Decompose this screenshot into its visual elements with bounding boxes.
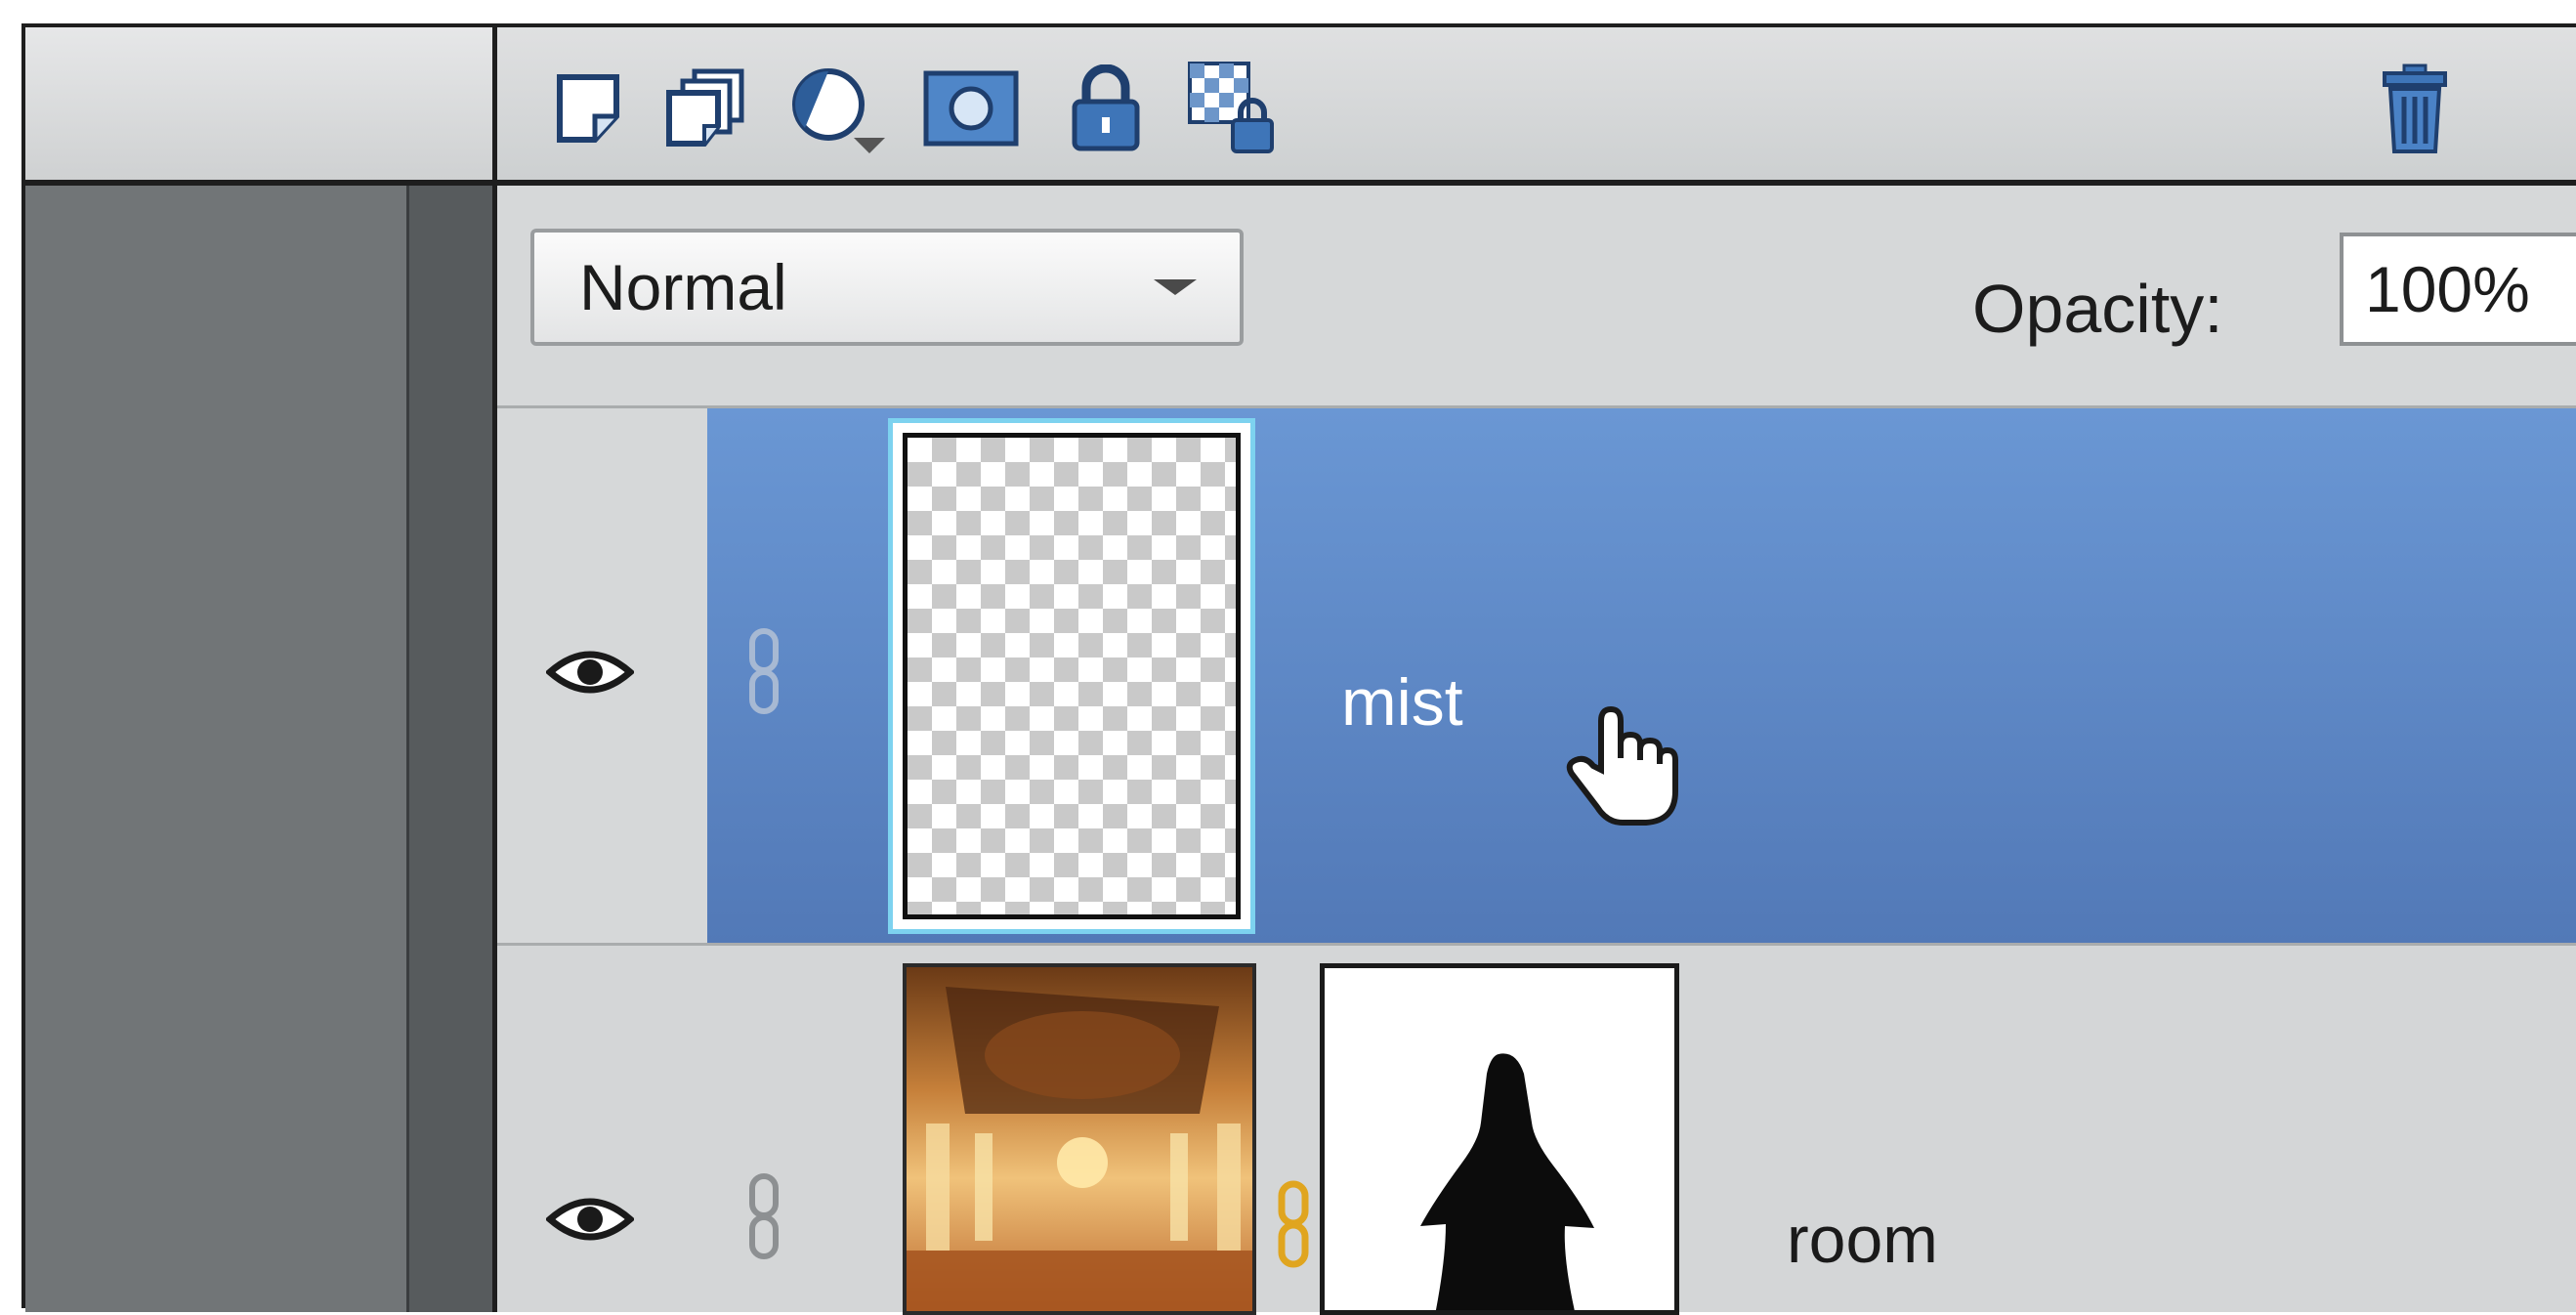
new-group-icon[interactable] <box>658 62 751 154</box>
chevron-down-icon <box>1154 279 1197 295</box>
silhouette-figure <box>1420 1053 1594 1310</box>
eye-icon[interactable] <box>546 1190 634 1249</box>
opacity-label: Opacity: <box>1972 271 2223 347</box>
opacity-input[interactable]: 100% <box>2340 233 2576 346</box>
adjustment-layer-icon[interactable] <box>781 62 898 154</box>
trash-icon[interactable] <box>2368 62 2461 154</box>
layer-name-mist[interactable]: mist <box>1341 664 1463 741</box>
layers-panel: Normal Opacity: 100% mist room <box>21 23 2576 1315</box>
layer-mask-thumbnail-room[interactable] <box>1320 963 1679 1315</box>
mask-link-icon[interactable] <box>1274 1180 1313 1268</box>
left-header-bar <box>25 27 496 186</box>
layer-thumbnail-mist[interactable] <box>888 418 1255 934</box>
lock-all-icon[interactable] <box>1059 62 1152 154</box>
new-layer-icon[interactable] <box>541 62 634 154</box>
blend-options-row: Normal Opacity: 100% <box>497 186 2576 408</box>
palace-hall-photo <box>907 967 1252 1311</box>
layer-name-room[interactable]: room <box>1787 1202 1938 1278</box>
eye-icon[interactable] <box>546 643 634 701</box>
chain-link-icon[interactable] <box>744 1172 783 1260</box>
left-scroll-strip[interactable] <box>406 186 496 1312</box>
layer-mask-icon[interactable] <box>917 62 1025 154</box>
layer-thumbnail-room[interactable] <box>903 963 1256 1315</box>
left-side-panel <box>25 186 406 1312</box>
transparency-checkerboard <box>903 433 1241 919</box>
lock-transparency-icon[interactable] <box>1181 61 1288 154</box>
blend-mode-dropdown[interactable]: Normal <box>530 229 1244 346</box>
hand-cursor-icon <box>1566 705 1678 826</box>
chain-link-icon[interactable] <box>744 627 783 715</box>
layer-row-room[interactable]: room <box>497 946 2576 1315</box>
opacity-value: 100% <box>2365 253 2530 325</box>
blend-mode-value: Normal <box>579 251 787 323</box>
layers-toolbar <box>497 27 2576 186</box>
layer-row-mist[interactable]: mist <box>497 408 2576 946</box>
